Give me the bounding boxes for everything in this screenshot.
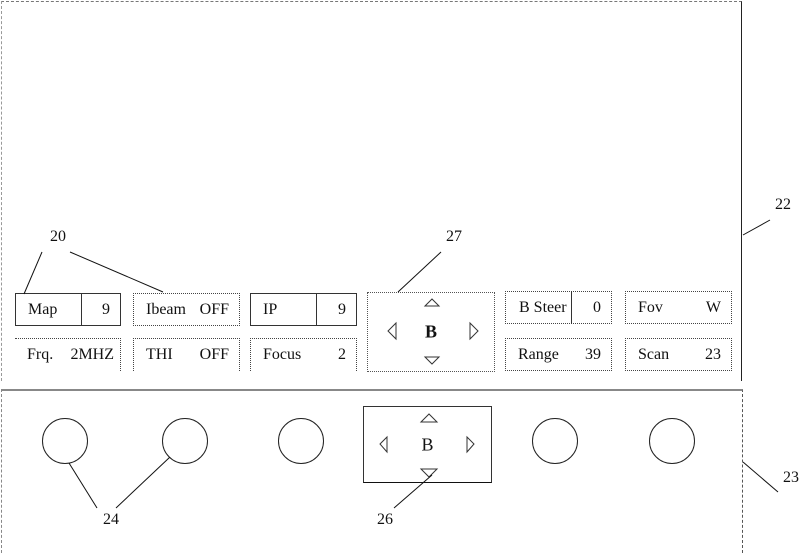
fov-value: W	[705, 299, 721, 316]
focus-button[interactable]: Focus 2	[250, 338, 357, 371]
scan-label: Scan	[638, 346, 670, 363]
fov-label: Fov	[638, 299, 663, 316]
knob-2[interactable]	[162, 418, 208, 464]
map-label: Map	[28, 301, 58, 318]
screen-dpad[interactable]: B	[367, 292, 495, 372]
thi-button[interactable]: THI OFF	[133, 338, 240, 371]
b-steer-value: 0	[593, 299, 601, 316]
range-value: 39	[585, 346, 601, 363]
frequency-value: 2MHZ	[70, 346, 114, 363]
ibeam-label: Ibeam	[146, 301, 186, 318]
ibeam-value: OFF	[199, 301, 229, 318]
scan-value: 23	[705, 346, 721, 363]
fov-button[interactable]: Fov W	[625, 291, 732, 324]
focus-label: Focus	[263, 346, 302, 363]
callout-27: 27	[446, 228, 462, 245]
panel-dpad-center-label: B	[421, 434, 434, 454]
down-arrow-icon[interactable]	[423, 356, 441, 365]
ip-value: 9	[338, 301, 346, 318]
map-button[interactable]: Map 9	[15, 293, 121, 326]
knob-3[interactable]	[278, 418, 324, 464]
button-divider	[571, 291, 572, 324]
right-arrow-icon[interactable]	[469, 321, 479, 341]
callout-24: 24	[103, 511, 119, 528]
ip-button[interactable]: IP 9	[250, 293, 357, 326]
callout-23: 23	[783, 469, 799, 486]
ip-label: IP	[263, 301, 278, 318]
knob-1[interactable]	[42, 418, 88, 464]
frequency-button[interactable]: Frq. 2MHZ	[15, 338, 121, 371]
scan-button[interactable]: Scan 23	[625, 338, 732, 371]
down-arrow-icon[interactable]	[419, 468, 439, 478]
leader-22	[742, 219, 771, 236]
focus-value: 2	[338, 346, 346, 363]
range-label: Range	[518, 346, 559, 363]
b-steer-label: B Steer	[519, 299, 567, 316]
up-arrow-icon[interactable]	[423, 298, 441, 307]
up-arrow-icon[interactable]	[419, 413, 439, 423]
map-value: 9	[102, 301, 110, 318]
callout-20: 20	[50, 228, 66, 245]
thi-value: OFF	[199, 346, 229, 363]
frequency-label: Frq.	[27, 346, 54, 363]
thi-label: THI	[146, 346, 173, 363]
b-steer-button[interactable]: B Steer 0	[505, 291, 612, 324]
callout-22: 22	[775, 196, 791, 213]
leader-23	[742, 461, 779, 493]
range-button[interactable]: Range 39	[505, 338, 612, 371]
dpad-center-label: B	[424, 321, 438, 342]
button-divider	[316, 293, 317, 326]
right-arrow-icon[interactable]	[466, 435, 475, 454]
left-arrow-icon[interactable]	[387, 321, 397, 341]
panel-dpad[interactable]: B	[363, 406, 492, 483]
button-divider	[81, 293, 82, 326]
callout-26: 26	[377, 511, 393, 528]
knob-5[interactable]	[649, 418, 695, 464]
left-arrow-icon[interactable]	[379, 435, 388, 454]
ibeam-button[interactable]: Ibeam OFF	[133, 293, 240, 326]
knob-4[interactable]	[532, 418, 578, 464]
